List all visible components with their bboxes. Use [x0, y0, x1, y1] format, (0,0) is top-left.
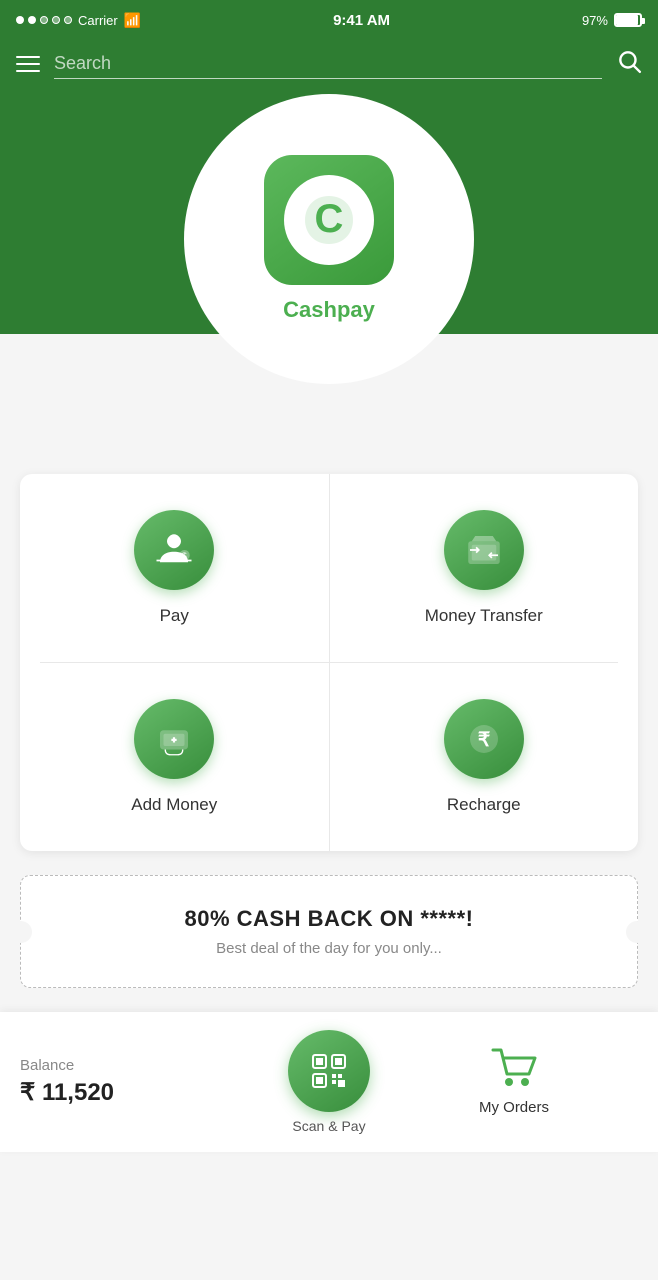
battery-icon — [614, 13, 642, 27]
brand-name: Cashpay — [283, 297, 375, 323]
money-transfer-icon-circle — [444, 510, 524, 590]
my-orders-label: My Orders — [479, 1099, 549, 1116]
wifi-icon: 📶 — [124, 12, 141, 29]
add-money-icon-circle — [134, 699, 214, 779]
money-transfer-icon — [463, 529, 505, 571]
signal-dots — [16, 16, 72, 24]
recharge-label: Recharge — [447, 795, 521, 815]
hero-section: C Cashpay — [0, 94, 658, 394]
pay-button[interactable]: $ Pay — [20, 474, 329, 662]
promo-banner[interactable]: 80% CASH BACK ON *****! Best deal of the… — [20, 875, 638, 988]
main-content: $ Pay — [0, 474, 658, 1152]
recharge-button[interactable]: ₹ Recharge — [330, 663, 639, 851]
logo-box: C — [264, 155, 394, 285]
status-time: 9:41 AM — [333, 12, 390, 29]
add-money-button[interactable]: Add Money — [20, 663, 329, 851]
promo-notch-left — [10, 921, 32, 943]
cart-icon-wrapper — [491, 1048, 537, 1093]
svg-text:C: C — [315, 197, 344, 241]
logo-circle: C Cashpay — [184, 94, 474, 384]
scan-pay-button[interactable] — [288, 1030, 370, 1112]
search-input[interactable] — [54, 49, 602, 78]
add-money-icon — [153, 718, 195, 760]
money-transfer-button[interactable]: Money Transfer — [330, 474, 639, 662]
balance-amount: ₹ 11,520 — [20, 1078, 268, 1107]
pay-icon-circle: $ — [134, 510, 214, 590]
svg-text:$: $ — [182, 551, 187, 561]
actions-grid-card: $ Pay — [20, 474, 638, 851]
pay-icon: $ — [153, 529, 195, 571]
search-icon[interactable] — [616, 48, 642, 80]
status-bar: Carrier 📶 9:41 AM 97% — [0, 0, 658, 40]
search-input-wrapper[interactable] — [54, 49, 602, 79]
promo-subtitle: Best deal of the day for you only... — [41, 940, 617, 957]
carrier-label: Carrier — [78, 13, 118, 28]
battery-percent: 97% — [582, 13, 608, 28]
recharge-icon: ₹ — [463, 718, 505, 760]
balance-section: Balance ₹ 11,520 — [20, 1057, 268, 1107]
add-money-label: Add Money — [131, 795, 217, 815]
search-bar — [0, 40, 658, 94]
my-orders-section[interactable]: My Orders — [390, 1048, 638, 1116]
cart-icon — [491, 1048, 537, 1088]
promo-notch-right — [626, 921, 648, 943]
grid-row-bottom: Add Money ₹ Recharge — [20, 663, 638, 851]
bottom-bar: Balance ₹ 11,520 Sc — [0, 1012, 658, 1152]
logo-inner: C — [284, 175, 374, 265]
cashpay-logo-icon: C — [293, 184, 365, 256]
money-transfer-label: Money Transfer — [425, 606, 543, 626]
hamburger-menu-button[interactable] — [16, 56, 40, 72]
pay-label: Pay — [160, 606, 189, 626]
grid-row-top: $ Pay — [20, 474, 638, 662]
svg-text:₹: ₹ — [478, 730, 490, 751]
status-right: 97% — [582, 13, 642, 28]
scan-pay-section[interactable]: Scan & Pay — [268, 1030, 390, 1134]
recharge-icon-circle: ₹ — [444, 699, 524, 779]
balance-label: Balance — [20, 1057, 268, 1074]
status-left: Carrier 📶 — [16, 12, 141, 29]
qr-icon — [306, 1048, 352, 1094]
promo-title: 80% CASH BACK ON *****! — [41, 906, 617, 932]
scan-pay-label: Scan & Pay — [292, 1118, 365, 1134]
